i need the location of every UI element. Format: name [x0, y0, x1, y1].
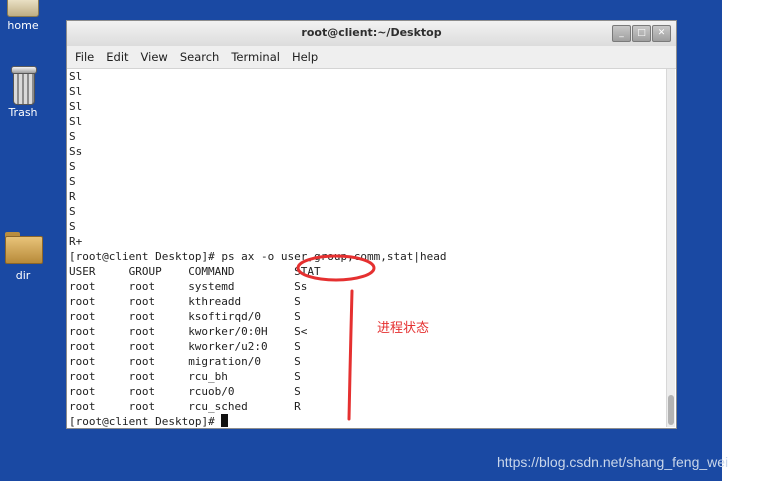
annotation-overlay	[296, 254, 376, 421]
annotation-ellipse	[296, 254, 376, 282]
annotation-line	[347, 289, 354, 421]
annotation-label: 进程状态	[377, 321, 430, 336]
